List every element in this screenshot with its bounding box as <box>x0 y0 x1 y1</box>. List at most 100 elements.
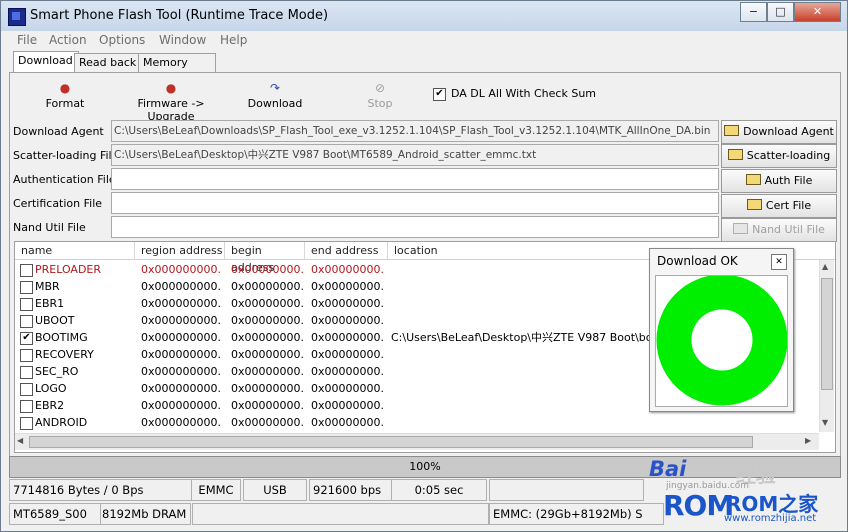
status-blank <box>489 479 644 501</box>
cert-file-field[interactable] <box>111 192 719 214</box>
column-name[interactable]: name <box>15 242 135 259</box>
cell-location <box>391 261 651 278</box>
cert-file-label: Certification File <box>13 197 103 210</box>
cell-region: 0x000000000... <box>141 416 221 429</box>
horizontal-scrollbar[interactable]: ◀ ▶ <box>15 433 819 450</box>
stop-label: Stop <box>367 97 393 110</box>
cell-location <box>391 397 651 414</box>
cell-region: 0x000000000... <box>141 365 221 378</box>
row-checkbox[interactable]: ✔ <box>20 332 33 345</box>
close-button[interactable]: ✕ <box>794 2 841 22</box>
row-checkbox[interactable] <box>20 264 33 277</box>
cell-region: 0x000000000... <box>141 263 221 276</box>
rom-logo: ROM <box>663 489 734 522</box>
row-checkbox[interactable] <box>20 298 33 311</box>
scroll-right-icon[interactable]: ▶ <box>805 436 811 445</box>
dialog-body <box>655 274 788 407</box>
nand-util-file-button[interactable]: Nand Util File <box>721 218 837 242</box>
bytes-status: 7714816 Bytes / 0 Bps <box>9 479 192 501</box>
row-checkbox[interactable] <box>20 366 33 379</box>
download-agent-label: Download Agent <box>13 125 104 138</box>
cell-location <box>391 414 651 431</box>
row-checkbox[interactable] <box>20 315 33 328</box>
storage-status: EMMC <box>191 479 241 501</box>
stop-icon: ⊘ <box>374 81 386 95</box>
cell-end: 0x00000000... <box>311 365 385 378</box>
auth-file-field[interactable] <box>111 168 719 190</box>
dialog-title: Download OK <box>657 254 738 268</box>
folder-icon <box>746 199 762 210</box>
auth-file-button[interactable]: Auth File <box>721 169 837 193</box>
menu-action[interactable]: Action <box>49 33 87 47</box>
cell-end: 0x00000000... <box>311 348 385 361</box>
cell-end: 0x00000000... <box>311 416 385 429</box>
download-button[interactable]: ↷ Download <box>246 81 304 110</box>
folder-icon <box>745 174 761 185</box>
minimize-button[interactable]: − <box>740 2 767 22</box>
column-begin-address[interactable]: begin address <box>225 242 305 274</box>
title-bar: Smart Phone Flash Tool (Runtime Trace Mo… <box>1 1 847 31</box>
dialog-close-button[interactable]: ✕ <box>771 254 787 270</box>
cell-begin: 0x00000000... <box>231 382 303 395</box>
checksum-checkbox[interactable]: ✔ <box>433 88 446 101</box>
table-row[interactable]: ANDROID 0x000000000... 0x00000000... 0x0000… <box>15 414 815 431</box>
cell-location <box>391 295 651 312</box>
scatter-loading-button-label: Scatter-loading <box>746 149 831 162</box>
horizontal-scroll-thumb[interactable] <box>29 436 753 448</box>
folder-icon <box>733 223 749 234</box>
cell-end: 0x00000000... <box>311 399 385 412</box>
cell-name: RECOVERY <box>35 348 94 361</box>
app-window: Smart Phone Flash Tool (Runtime Trace Mo… <box>0 0 848 532</box>
scatter-loading-button[interactable]: Scatter-loading <box>721 144 837 168</box>
cell-begin: 0x00000000... <box>231 297 303 310</box>
cell-region: 0x000000000... <box>141 297 221 310</box>
maximize-button[interactable]: □ <box>767 2 794 22</box>
port-status: USB <box>243 479 307 501</box>
window-title: Smart Phone Flash Tool (Runtime Trace Mo… <box>30 8 329 23</box>
cell-location <box>391 278 651 295</box>
status-blank-2 <box>192 503 489 525</box>
row-checkbox[interactable] <box>20 281 33 294</box>
download-agent-field[interactable]: C:\Users\BeLeaf\Downloads\SP_Flash_Tool_… <box>111 120 719 142</box>
row-checkbox[interactable] <box>20 383 33 396</box>
scroll-left-icon[interactable]: ◀ <box>17 436 23 445</box>
scroll-up-icon[interactable]: ▲ <box>822 262 828 271</box>
menu-window[interactable]: Window <box>159 33 206 47</box>
cert-file-button[interactable]: Cert File <box>721 194 837 218</box>
folder-icon <box>727 149 743 160</box>
cell-begin: 0x00000000... <box>231 365 303 378</box>
scroll-down-icon[interactable]: ▼ <box>822 418 828 427</box>
cert-file-button-label: Cert File <box>765 199 812 212</box>
firmware-upgrade-icon: ● <box>165 81 177 95</box>
menu-file[interactable]: File <box>17 33 37 47</box>
nand-util-file-field[interactable] <box>111 216 719 238</box>
vertical-scroll-thumb[interactable] <box>821 278 833 390</box>
tab-memory-test[interactable]: Memory Test <box>138 53 216 87</box>
column-region-address[interactable]: region address <box>135 242 225 259</box>
scatter-loading-field[interactable]: C:\Users\BeLeaf\Desktop\中兴ZTE V987 Boot\… <box>111 144 719 166</box>
cell-location <box>391 380 651 397</box>
menu-help[interactable]: Help <box>220 33 247 47</box>
menu-options[interactable]: Options <box>99 33 145 47</box>
progress-percent: 100% <box>409 460 441 473</box>
format-button[interactable]: ● Format <box>43 81 87 110</box>
row-checkbox[interactable] <box>20 349 33 362</box>
cell-end: 0x00000000... <box>311 314 385 327</box>
cell-name: SEC_RO <box>35 365 79 378</box>
download-arrow-icon: ↷ <box>269 81 281 95</box>
cell-region: 0x000000000... <box>141 314 221 327</box>
column-end-address[interactable]: end address <box>305 242 388 259</box>
tab-read-back[interactable]: Read back <box>74 53 142 72</box>
nand-util-file-button-label: Nand Util File <box>752 223 825 236</box>
vertical-scrollbar[interactable]: ▲ ▼ <box>819 260 834 432</box>
cell-region: 0x000000000... <box>141 280 221 293</box>
download-agent-button[interactable]: Download Agent <box>721 120 837 144</box>
stop-button[interactable]: ⊘ Stop <box>361 81 399 110</box>
firmware-upgrade-button[interactable]: ● Firmware -> Upgrade <box>116 81 226 123</box>
tab-download[interactable]: Download <box>13 51 79 73</box>
row-checkbox[interactable] <box>20 417 33 430</box>
cell-begin: 0x00000000... <box>231 263 303 276</box>
emmc-info-status: EMMC: (29Gb+8192Mb) S <box>489 503 664 525</box>
nand-util-file-label: Nand Util File <box>13 221 86 234</box>
row-checkbox[interactable] <box>20 400 33 413</box>
